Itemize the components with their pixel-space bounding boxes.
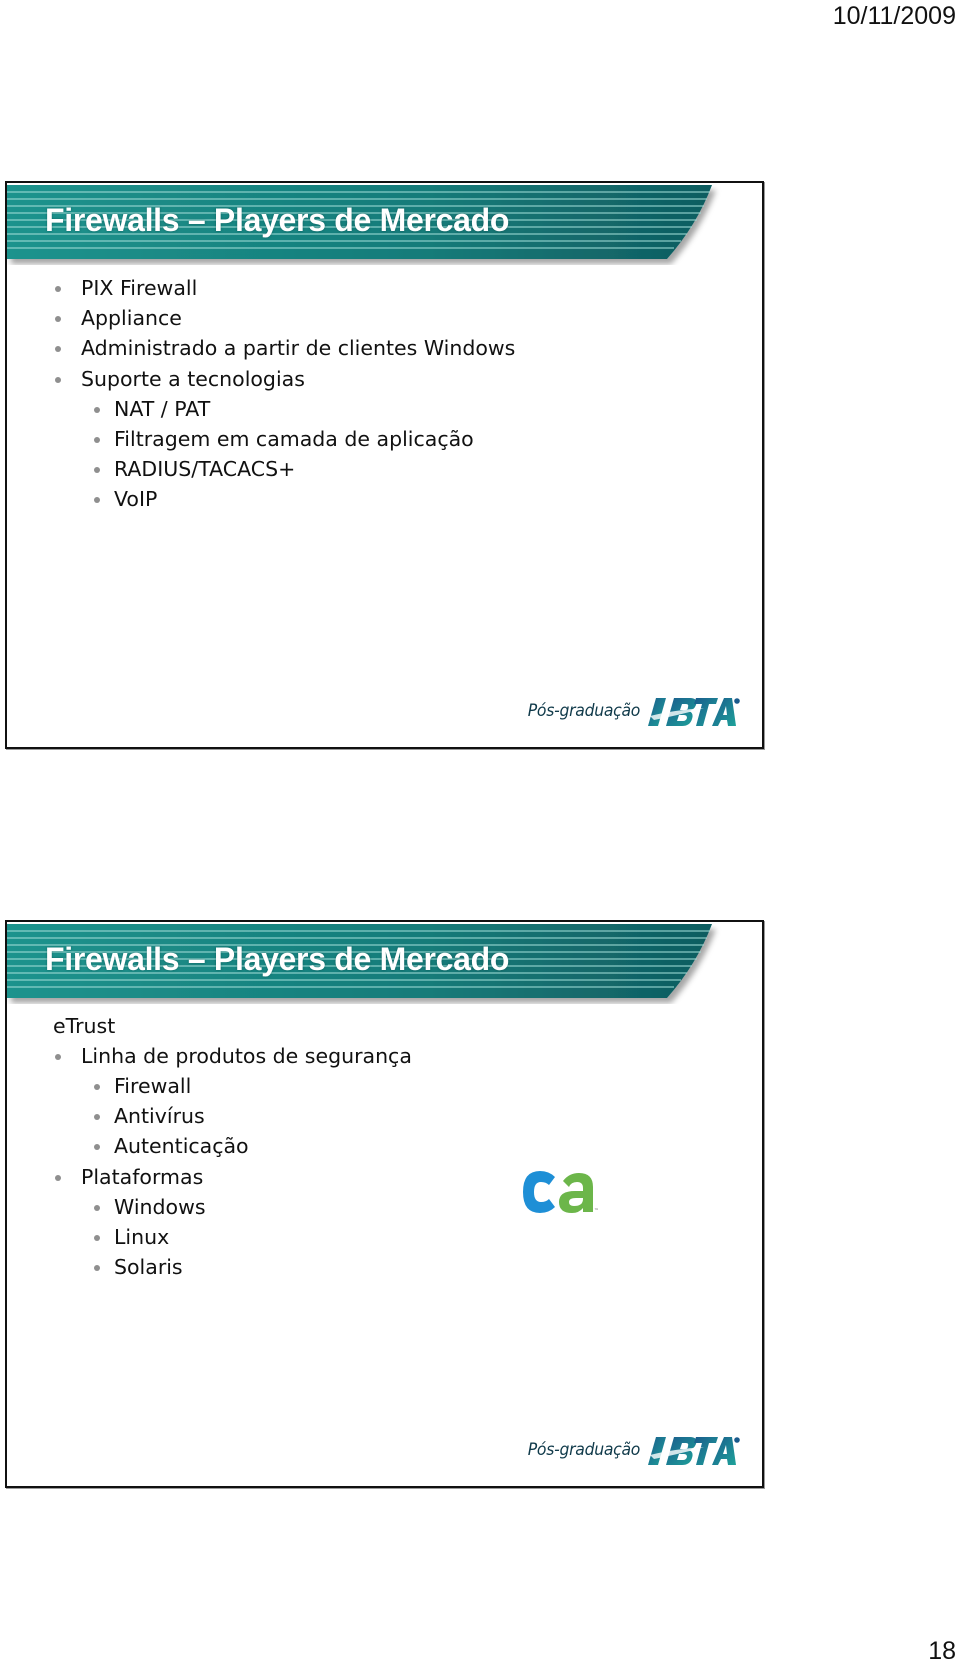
bullet-icon <box>94 1114 100 1120</box>
bullet-icon <box>55 316 61 322</box>
bullet-icon <box>55 1175 61 1181</box>
list-item: VoIP <box>94 487 157 511</box>
list-item: Administrado a partir de clientes Window… <box>55 336 515 360</box>
bullet-icon <box>94 497 100 503</box>
footer-logo: Pós-graduação <box>518 691 740 731</box>
ibta-logo-icon <box>648 698 740 726</box>
bullet-icon <box>94 1205 100 1211</box>
footer-text: Pós-graduação <box>527 1440 641 1460</box>
list-item: Autenticação <box>94 1134 249 1158</box>
slide-title: Firewalls – Players de Mercado <box>45 941 510 977</box>
slide-1: Firewalls – Players de Mercado PIX Firew… <box>5 181 764 749</box>
bullet-icon <box>94 1235 100 1241</box>
list-item: Suporte a tecnologias <box>55 367 305 391</box>
list-item: NAT / PAT <box>94 397 210 421</box>
page-date: 10/11/2009 <box>832 2 956 30</box>
bullet-icon <box>55 1054 61 1060</box>
list-item: PIX Firewall <box>55 276 197 300</box>
ca-logo-icon: ™ <box>523 1171 599 1214</box>
bullet-icon <box>94 437 100 443</box>
page-number: 18 <box>928 1637 956 1665</box>
footer-text: Pós-graduação <box>527 701 641 721</box>
bullet-icon <box>55 346 61 352</box>
bullet-icon <box>94 467 100 473</box>
trademark-symbol: ™ <box>594 1208 599 1214</box>
list-item: Antivírus <box>94 1104 205 1128</box>
list-item: Linha de produtos de segurança <box>55 1044 412 1068</box>
bullet-icon <box>94 1265 100 1271</box>
bullet-icon <box>55 286 61 292</box>
bullet-icon <box>55 377 61 383</box>
slide-title: Firewalls – Players de Mercado <box>45 202 510 238</box>
bullet-icon <box>94 1144 100 1150</box>
list-item: Filtragem em camada de aplicação <box>94 427 474 451</box>
bullet-icon <box>94 1084 100 1090</box>
ibta-logo-icon <box>648 1437 740 1465</box>
list-item: Linux <box>94 1225 169 1249</box>
list-item: Plataformas <box>55 1165 203 1189</box>
list-heading: eTrust <box>53 1014 116 1038</box>
list-item: Windows <box>94 1195 206 1219</box>
bullet-icon <box>94 407 100 413</box>
list-item: RADIUS/TACACS+ <box>94 457 295 481</box>
list-item: Firewall <box>94 1074 191 1098</box>
slide-2: Firewalls – Players de Mercado eTrust Li… <box>5 920 764 1488</box>
list-item: Solaris <box>94 1255 183 1279</box>
title-banner: Firewalls – Players de Mercado <box>7 185 762 259</box>
footer-logo: Pós-graduação <box>518 1430 740 1470</box>
title-banner: Firewalls – Players de Mercado <box>7 924 762 998</box>
list-item: Appliance <box>55 306 182 330</box>
